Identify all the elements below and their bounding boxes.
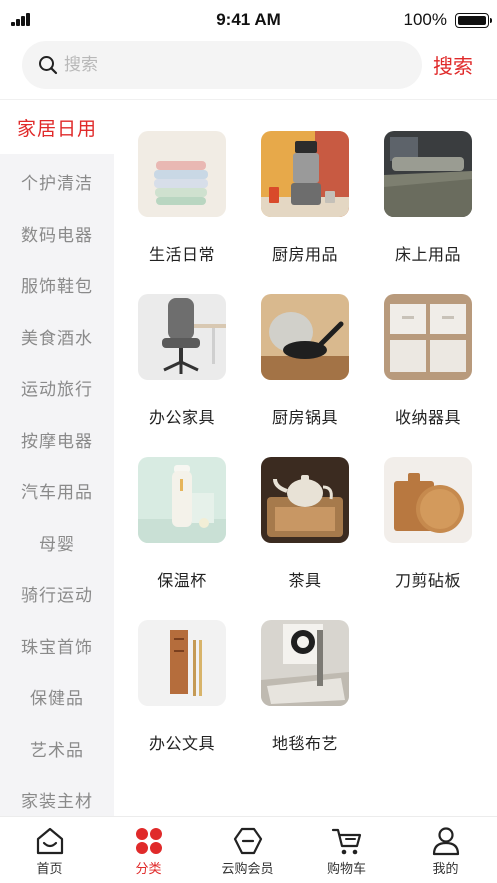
category-label: 厨房用品 <box>271 247 338 264</box>
tab-label: 分类 <box>135 861 162 876</box>
towels-image <box>138 131 226 217</box>
sidebar-item-jewelry[interactable]: 珠宝首饰 <box>0 619 114 671</box>
sidebar-item-food-drinks[interactable]: 美食酒水 <box>0 310 114 362</box>
stationery-image <box>138 620 226 706</box>
category-sidebar[interactable]: 家居日用 个护清洁 数码电器 服饰鞋包 美食酒水 运动旅行 按摩电器 汽车用品 … <box>0 100 114 816</box>
tab-member[interactable]: 云购会员 <box>198 817 297 883</box>
category-label: 收纳器具 <box>394 410 461 427</box>
battery-percentage: 100% <box>403 10 447 29</box>
teapot-image <box>261 457 349 543</box>
tab-label: 首页 <box>36 861 63 876</box>
cutting-board-image <box>384 457 472 543</box>
sidebar-item-mother-baby[interactable]: 母婴 <box>0 516 114 568</box>
office-chair-image <box>138 294 226 380</box>
battery-icon <box>455 13 492 28</box>
sidebar-item-home-daily[interactable]: 家居日用 <box>0 100 114 154</box>
category-label: 茶具 <box>288 573 322 590</box>
category-label: 刀剪砧板 <box>394 573 461 590</box>
search-icon <box>39 56 58 75</box>
storage-boxes-image <box>384 294 472 380</box>
category-tile[interactable]: 刀剪砧板 <box>373 457 483 591</box>
bed-image <box>384 131 472 217</box>
bottom-tab-bar: 首页 分类 云购会员 购物车 我的 <box>0 816 497 883</box>
category-tile[interactable]: 茶具 <box>250 457 360 591</box>
category-label: 生活日常 <box>148 247 215 264</box>
sidebar-item-apparel-bags[interactable]: 服饰鞋包 <box>0 258 114 310</box>
profile-icon <box>432 827 459 856</box>
category-tile[interactable]: 收纳器具 <box>373 294 483 428</box>
frying-pan-image <box>261 294 349 380</box>
category-tile[interactable]: 地毯布艺 <box>250 620 360 754</box>
search-input[interactable] <box>64 53 404 77</box>
cart-icon <box>331 828 361 855</box>
sidebar-item-sports-travel[interactable]: 运动旅行 <box>0 361 114 413</box>
sidebar-item-home-materials[interactable]: 家装主材 <box>0 773 114 816</box>
category-tile[interactable]: 保温杯 <box>127 457 237 591</box>
sidebar-item-digital-electronics[interactable]: 数码电器 <box>0 207 114 259</box>
home-icon <box>36 827 63 855</box>
category-label: 厨房锅具 <box>271 410 338 427</box>
thermos-image <box>138 457 226 543</box>
tab-cart[interactable]: 购物车 <box>297 817 396 883</box>
rug-image <box>261 620 349 706</box>
status-bar: 9:41 AM 100% <box>0 0 497 40</box>
category-label: 地毯布艺 <box>271 736 338 753</box>
sidebar-item-personal-care[interactable]: 个护清洁 <box>0 155 114 207</box>
category-label: 床上用品 <box>394 247 461 264</box>
category-label: 办公家具 <box>148 410 215 427</box>
sidebar-item-cycling[interactable]: 骑行运动 <box>0 567 114 619</box>
member-icon <box>233 827 262 855</box>
sidebar-item-auto-supplies[interactable]: 汽车用品 <box>0 464 114 516</box>
category-tile[interactable]: 厨房锅具 <box>250 294 360 428</box>
juicer-image <box>261 131 349 217</box>
category-tile[interactable]: 床上用品 <box>373 131 483 265</box>
tab-label: 我的 <box>432 861 459 876</box>
category-tile[interactable]: 生活日常 <box>127 131 237 265</box>
category-tile[interactable]: 办公文具 <box>127 620 237 754</box>
tab-home[interactable]: 首页 <box>0 817 99 883</box>
tab-label: 购物车 <box>326 861 366 876</box>
sidebar-item-health-products[interactable]: 保健品 <box>0 670 114 722</box>
tab-profile[interactable]: 我的 <box>396 817 495 883</box>
sidebar-item-art[interactable]: 艺术品 <box>0 722 114 774</box>
category-tile[interactable]: 办公家具 <box>127 294 237 428</box>
search-button[interactable]: 搜索 <box>433 50 473 79</box>
tab-label: 云购会员 <box>221 861 274 876</box>
search-bar[interactable] <box>22 41 422 89</box>
sidebar-item-massage-appliances[interactable]: 按摩电器 <box>0 413 114 465</box>
category-label: 办公文具 <box>148 736 215 753</box>
tab-category[interactable]: 分类 <box>99 817 198 883</box>
category-icon <box>135 828 162 854</box>
category-label: 保温杯 <box>157 573 207 590</box>
category-tile[interactable]: 厨房用品 <box>250 131 360 265</box>
